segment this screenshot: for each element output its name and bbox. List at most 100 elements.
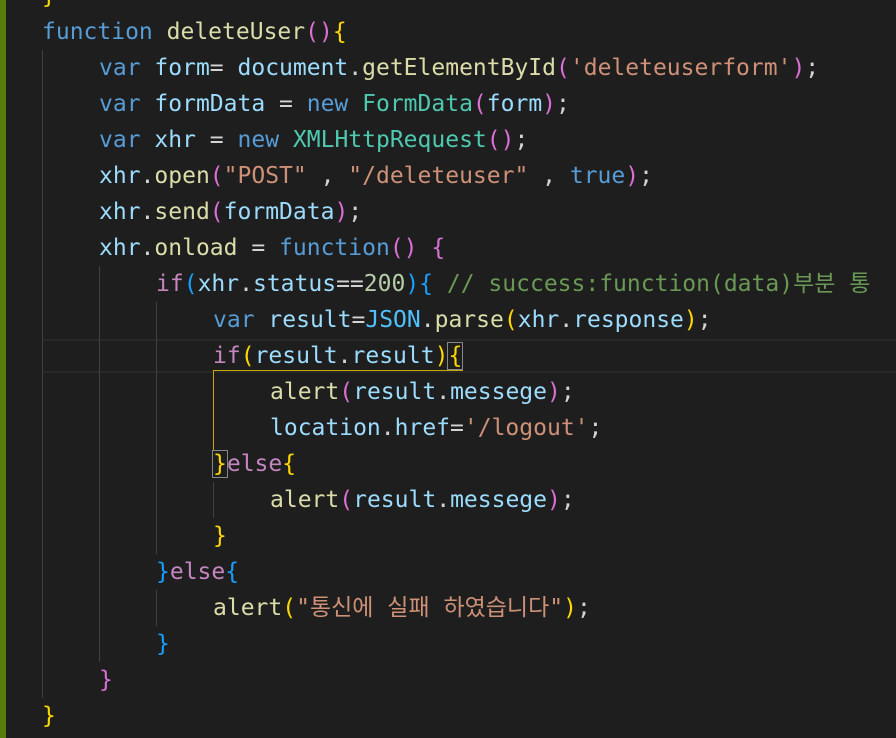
code-token: alert	[213, 595, 283, 621]
code-token: var	[99, 127, 141, 153]
code-token: )	[563, 595, 577, 621]
code-line[interactable]: function deleteUser(){	[42, 14, 896, 50]
code-token: xhr	[99, 199, 141, 225]
code-token: .	[140, 199, 155, 225]
code-token: (	[503, 307, 518, 333]
code-token: result	[353, 487, 437, 513]
code-line[interactable]: var xhr = new XMLHttpRequest();	[42, 122, 896, 158]
code-token: ==	[336, 271, 364, 297]
code-token: )	[791, 55, 806, 81]
code-token: response	[573, 307, 684, 333]
code-token: )	[405, 271, 420, 297]
code-token: (	[282, 595, 297, 621]
code-token: {	[431, 235, 446, 261]
code-token: }	[213, 523, 227, 549]
code-line[interactable]: }	[42, 698, 896, 734]
code-token: xhr	[197, 271, 240, 297]
code-token: (	[339, 487, 354, 513]
code-token: .	[380, 415, 395, 441]
code-token: }	[42, 0, 56, 9]
code-token: xhr	[99, 163, 141, 189]
code-token: messege	[450, 487, 547, 513]
code-token: }	[42, 703, 56, 729]
code-line[interactable]: var result=JSON.parse(xhr.response);	[42, 302, 896, 338]
code-line[interactable]: if(result.result){	[42, 338, 896, 374]
code-token: ()	[305, 19, 333, 45]
code-token: (	[472, 91, 487, 117]
code-line[interactable]: xhr.open("POST" , "/deleteuser" , true);	[42, 158, 896, 194]
code-token: parse	[434, 307, 504, 333]
code-line[interactable]: alert("통신에 실패 하였습니다");	[42, 590, 896, 626]
code-token: if	[156, 271, 184, 297]
code-token: ()	[486, 127, 515, 153]
code-token: .	[559, 307, 574, 333]
code-token: .	[337, 343, 352, 369]
code-token: var	[99, 55, 141, 81]
code-token: ;	[588, 415, 603, 441]
code-token: )	[334, 199, 349, 225]
code-token: =	[351, 307, 366, 333]
code-token: messege	[450, 379, 547, 405]
code-token: }	[156, 631, 170, 657]
code-token: .	[420, 307, 435, 333]
code-line[interactable]: if(xhr.status==200){ // success:function…	[42, 266, 896, 302]
code-line[interactable]: }	[42, 0, 896, 14]
code-token: ;	[560, 487, 575, 513]
code-token: =	[265, 91, 307, 117]
code-line[interactable]: xhr.send(formData);	[42, 194, 896, 230]
code-line[interactable]: location.href='/logout';	[42, 410, 896, 446]
code-token: =	[237, 235, 280, 261]
code-token: .	[239, 271, 253, 297]
code-token: document	[237, 55, 349, 81]
code-line[interactable]: xhr.onload = function() {	[42, 230, 896, 266]
code-token: .	[348, 55, 363, 81]
code-token: )	[683, 307, 698, 333]
code-line[interactable]: }	[42, 518, 896, 554]
code-token: open	[154, 163, 210, 189]
code-token: ,	[306, 163, 349, 189]
code-token: }	[99, 667, 113, 693]
code-line[interactable]: alert(result.messege);	[42, 482, 896, 518]
code-line[interactable]: }else{	[42, 554, 896, 590]
code-token: (	[209, 199, 224, 225]
code-token: (	[183, 271, 198, 297]
code-token: // success:function(data)부분 통	[446, 271, 871, 297]
code-token: formData	[223, 199, 335, 225]
code-token: =	[450, 415, 464, 441]
code-line[interactable]: }	[42, 662, 896, 698]
code-token: true	[569, 163, 626, 189]
code-line[interactable]: }else{	[42, 446, 896, 482]
code-token: if	[213, 343, 241, 369]
code-token: XMLHttpRequest	[292, 127, 487, 153]
code-token: result	[268, 307, 352, 333]
code-token: .	[140, 163, 155, 189]
code-token: )	[434, 343, 449, 369]
code-token: .	[140, 235, 155, 261]
code-token: else	[169, 559, 226, 585]
indent-guide	[156, 302, 157, 554]
code-line[interactable]: var formData = new FormData(form);	[42, 86, 896, 122]
code-token: "POST"	[223, 163, 307, 189]
code-token: ;	[639, 163, 653, 189]
code-line[interactable]: var form= document.getElementById('delet…	[42, 50, 896, 86]
code-token: status	[252, 271, 337, 297]
code-token: href	[394, 415, 451, 441]
code-token: ()	[389, 235, 418, 261]
code-token: ,	[528, 163, 570, 189]
code-token: ;	[560, 379, 575, 405]
code-token: {	[419, 271, 434, 297]
code-editor[interactable]: } function deleteUser(){var form= documen…	[42, 0, 896, 734]
code-token: 200	[363, 271, 406, 297]
code-token: .	[436, 487, 451, 513]
code-token: new	[306, 91, 349, 117]
active-scope-guide	[213, 370, 214, 450]
code-line[interactable]: alert(result.messege);	[42, 374, 896, 410]
code-line[interactable]: }	[42, 626, 896, 662]
code-token: (	[240, 343, 255, 369]
code-token: {	[332, 19, 347, 45]
code-token: "/deleteuser"	[348, 163, 529, 189]
